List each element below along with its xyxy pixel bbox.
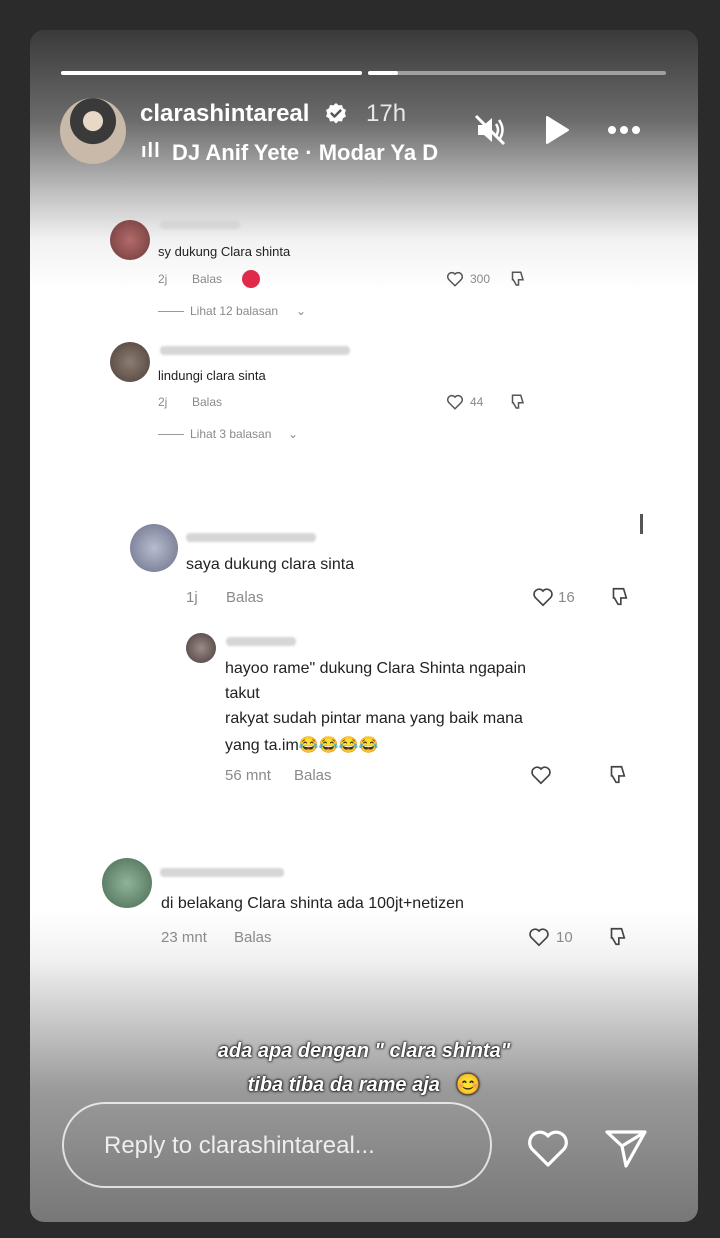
- story-time: 17h: [366, 100, 407, 127]
- blurred-username: [160, 346, 350, 355]
- comment-time: 1j: [186, 589, 198, 606]
- caption-text: tiba tiba da rame aja: [247, 1074, 440, 1096]
- comment-text-line: takut: [225, 685, 260, 702]
- send-icon[interactable]: [602, 1124, 650, 1172]
- commenter-avatar: [110, 342, 150, 382]
- dislike-icon[interactable]: [606, 926, 628, 948]
- comment-text: saya dukung clara sinta: [186, 556, 355, 573]
- smile-emoji-icon: 😊: [455, 1074, 481, 1096]
- like-icon[interactable]: [446, 393, 464, 411]
- dislike-icon[interactable]: [606, 764, 628, 786]
- commenter-avatar: [110, 220, 150, 260]
- blurred-username: [160, 868, 284, 877]
- like-count: 300: [470, 272, 491, 286]
- reply-link[interactable]: Balas: [294, 767, 332, 784]
- dislike-icon[interactable]: [608, 586, 630, 608]
- reply-link[interactable]: Balas: [192, 272, 222, 286]
- like-icon[interactable]: [530, 764, 552, 786]
- music-title[interactable]: DJ Anif Yete · Modar Ya D: [172, 140, 444, 166]
- story-username[interactable]: clarashintareal: [140, 100, 309, 128]
- like-count: 44: [470, 395, 484, 409]
- comment-text-line: hayoo rame" dukung Clara Shinta ngapain: [225, 660, 526, 677]
- comment-time: 2j: [158, 395, 168, 409]
- mute-icon[interactable]: [470, 110, 510, 150]
- comment-text: sy dukung Clara shinta: [158, 244, 291, 259]
- view-replies-link[interactable]: Lihat 12 balasan: [190, 304, 278, 318]
- play-icon[interactable]: [536, 110, 576, 150]
- heart-icon[interactable]: [524, 1124, 572, 1172]
- like-count: 10: [556, 929, 573, 946]
- blurred-username: [160, 220, 240, 229]
- story-caption-line-1: ada apa dengan " clara shinta": [217, 1040, 511, 1062]
- story-caption-line-2: tiba tiba da rame aja 😊: [30, 1072, 698, 1097]
- commenter-avatar: [186, 633, 216, 663]
- like-count: 16: [558, 589, 575, 606]
- blurred-username: [186, 533, 316, 542]
- progress-bar-2: [368, 71, 666, 75]
- scrollbar[interactable]: [640, 514, 643, 534]
- comment-time: 23 mnt: [161, 929, 207, 946]
- story-viewer[interactable]: clarashintareal 17h ıll DJ Anif Yete · M…: [30, 30, 698, 1222]
- like-icon[interactable]: [446, 270, 464, 288]
- comment-time: 56 mnt: [225, 767, 271, 784]
- comment-text: lindungi clara sinta: [158, 368, 266, 383]
- like-icon[interactable]: [528, 926, 550, 948]
- comment-text-line: rakyat sudah pintar mana yang baik mana: [225, 710, 523, 727]
- divider: [158, 434, 184, 435]
- dislike-icon[interactable]: [508, 393, 526, 411]
- chevron-down-icon: ⌄: [296, 304, 307, 318]
- avatar[interactable]: [60, 98, 126, 164]
- reply-link[interactable]: Balas: [226, 589, 264, 606]
- like-icon[interactable]: [532, 586, 554, 608]
- commenter-avatar: [130, 524, 178, 572]
- music-bars-icon: ıll: [141, 140, 161, 162]
- chevron-down-icon: ⌄: [288, 427, 299, 441]
- comment-text-line: yang ta.im😂😂😂😂: [225, 737, 379, 754]
- dislike-icon[interactable]: [508, 270, 526, 288]
- divider: [158, 311, 184, 312]
- verified-badge-icon: [326, 103, 346, 124]
- blurred-username: [226, 637, 296, 646]
- more-icon[interactable]: [604, 110, 644, 150]
- reply-link[interactable]: Balas: [234, 929, 272, 946]
- view-replies-link[interactable]: Lihat 3 balasan: [190, 427, 271, 441]
- comment-text: di belakang Clara shinta ada 100jt+netiz…: [161, 895, 464, 912]
- reply-input[interactable]: Reply to clarashintareal...: [62, 1102, 492, 1188]
- progress-bar-1: [61, 71, 362, 75]
- comment-time: 2j: [158, 272, 168, 286]
- heart-reaction-icon: [242, 270, 260, 288]
- commenter-avatar: [102, 858, 152, 908]
- reply-link[interactable]: Balas: [192, 395, 222, 409]
- reply-placeholder: Reply to clarashintareal...: [104, 1132, 375, 1159]
